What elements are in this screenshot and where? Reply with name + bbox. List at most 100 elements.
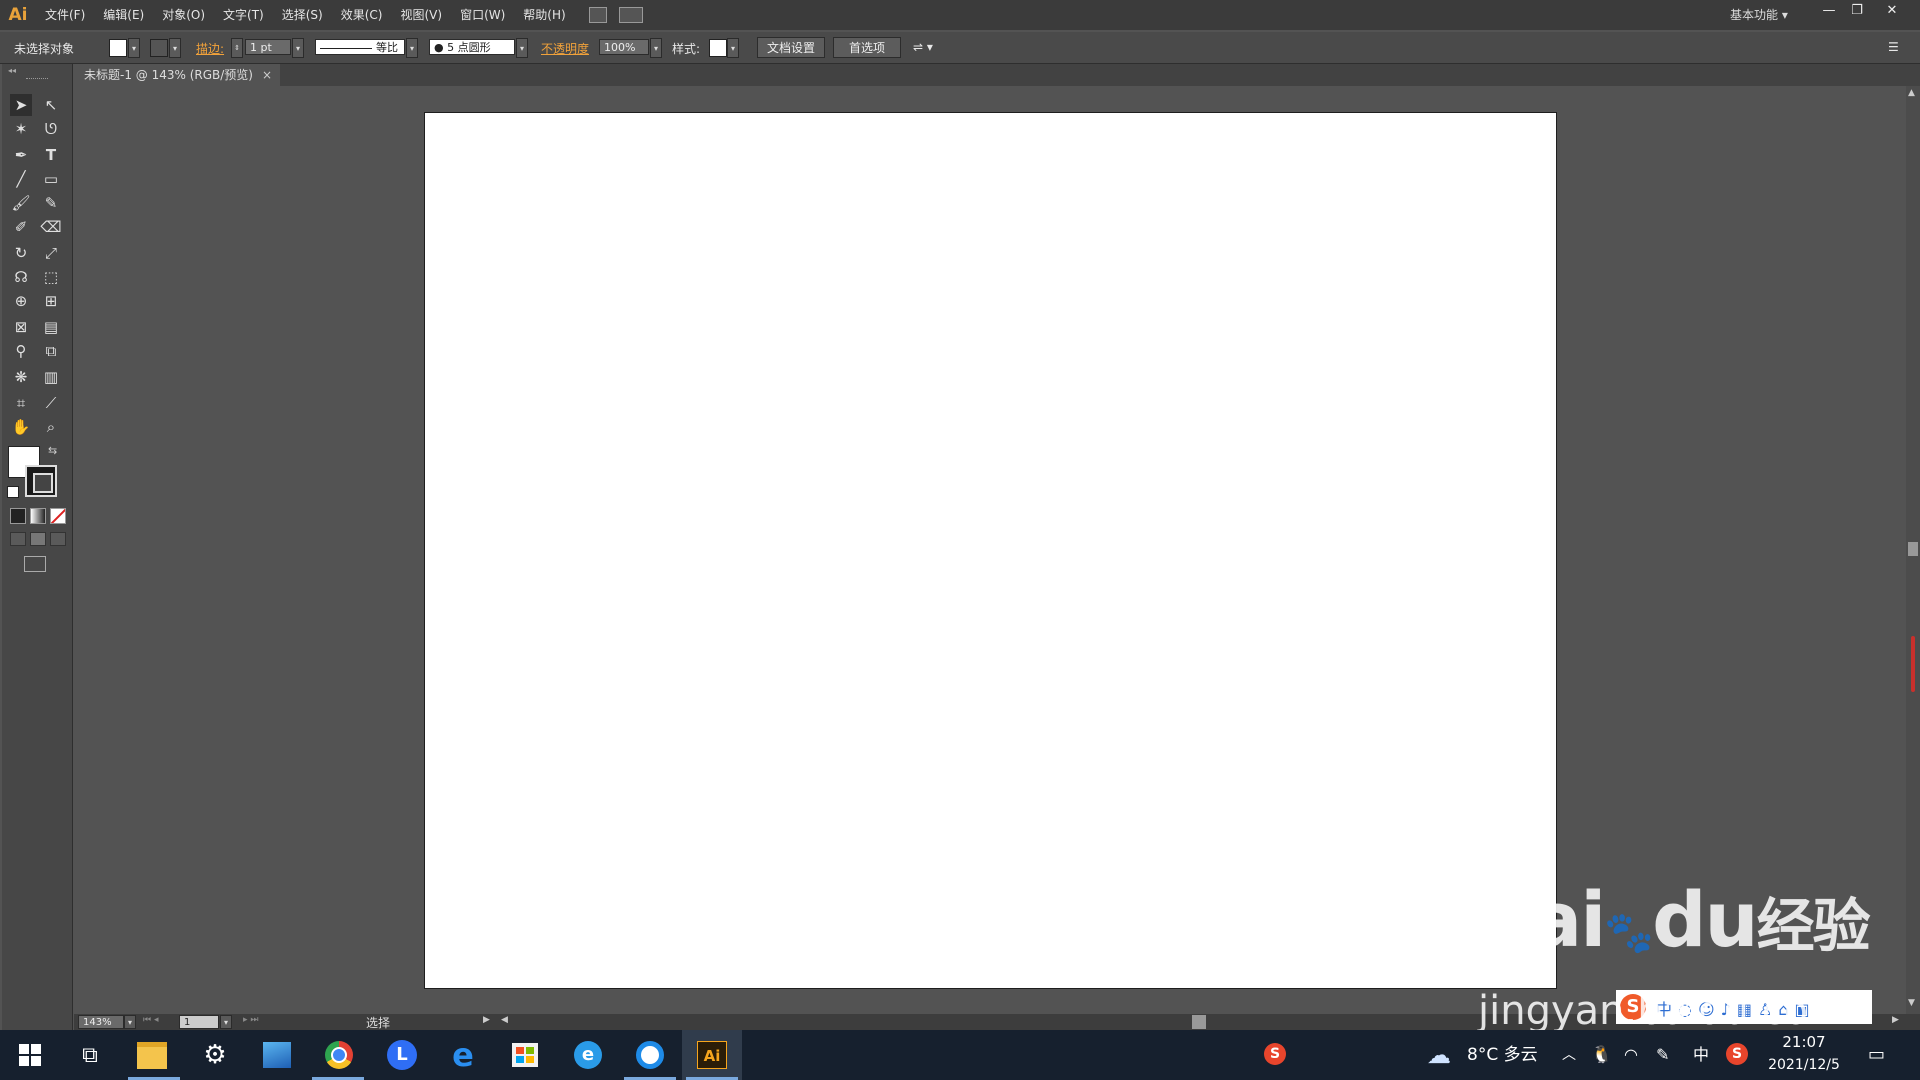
column-graph-tool-icon[interactable]: ▥	[40, 366, 62, 388]
scroll-up-icon[interactable]: ▲	[1908, 88, 1915, 98]
stepper-icon[interactable]: ⇕	[231, 38, 243, 58]
status-menu-icon[interactable]: ▶	[483, 1015, 490, 1025]
qq-tray-icon[interactable]: 🐧	[1591, 1030, 1612, 1080]
panel-menu-icon[interactable]: ☰	[1888, 40, 1899, 54]
menu-select[interactable]: 选择(S)	[273, 0, 332, 30]
graphic-style-swatch[interactable]	[709, 39, 727, 57]
brush-select[interactable]: ● 5 点圆形	[429, 39, 515, 55]
pencil-tool-icon[interactable]: ✎	[40, 192, 62, 214]
illustrator-taskbar-button[interactable]: Ai	[682, 1030, 742, 1080]
windows-start-icon[interactable]	[0, 1030, 60, 1080]
arrange-documents-icon[interactable]	[618, 7, 643, 23]
draw-behind-icon[interactable]	[30, 532, 46, 546]
wifi-icon[interactable]: ◠	[1624, 1030, 1638, 1080]
file-explorer-icon[interactable]	[122, 1030, 182, 1080]
free-transform-tool-icon[interactable]: ⬚	[40, 266, 62, 288]
mesh-tool-icon[interactable]: ⊠	[10, 316, 32, 338]
swap-colors-icon[interactable]: ⇆	[48, 444, 57, 457]
menu-effect[interactable]: 效果(C)	[332, 0, 392, 30]
chevron-down-icon[interactable]: ▾	[128, 38, 140, 58]
menu-view[interactable]: 视图(V)	[391, 0, 451, 30]
settings-gear-icon[interactable]: ⚙	[185, 1030, 245, 1080]
toolbox-grip[interactable]	[26, 78, 48, 81]
eyedropper-tool-icon[interactable]: ⚲	[10, 340, 32, 362]
l-app-icon[interactable]: L	[372, 1030, 432, 1080]
menu-window[interactable]: 窗口(W)	[451, 0, 514, 30]
paintbrush-tool-icon[interactable]: 🖌	[10, 192, 32, 214]
scroll-down-icon[interactable]: ▼	[1908, 998, 1915, 1008]
draw-normal-icon[interactable]	[10, 532, 26, 546]
internet-explorer-icon[interactable]: e	[433, 1030, 493, 1080]
hand-tool-icon[interactable]: ✋	[10, 416, 32, 438]
rotate-tool-icon[interactable]: ↻	[10, 242, 32, 264]
store-icon[interactable]	[495, 1030, 555, 1080]
menu-edit[interactable]: 编辑(E)	[94, 0, 153, 30]
task-view-icon[interactable]: ⧉	[60, 1030, 120, 1080]
pen-input-icon[interactable]: ✎	[1656, 1030, 1669, 1080]
first-artboard-icon[interactable]: ⏮ ◂	[143, 1015, 158, 1025]
chevron-down-icon[interactable]: ▾	[406, 38, 418, 58]
menu-type[interactable]: 文字(T)	[214, 0, 273, 30]
photos-icon[interactable]	[247, 1030, 307, 1080]
last-artboard-icon[interactable]: ▸ ⏭	[243, 1015, 258, 1025]
sogou-ime-tray-icon[interactable]: S	[1726, 1043, 1748, 1065]
draw-inside-icon[interactable]	[50, 532, 66, 546]
selection-tool-icon[interactable]: ➤	[10, 94, 32, 116]
blob-brush-tool-icon[interactable]: ✐	[10, 216, 32, 238]
symbol-sprayer-tool-icon[interactable]: ❋	[10, 366, 32, 388]
menu-object[interactable]: 对象(O)	[153, 0, 214, 30]
fill-swatch[interactable]	[109, 39, 127, 57]
chevron-down-icon[interactable]: ▾	[124, 1015, 136, 1029]
weather-cloud-icon[interactable]: ☁	[1427, 1030, 1451, 1080]
close-window-icon[interactable]: ✕	[1878, 0, 1906, 20]
magic-wand-tool-icon[interactable]: ✶	[10, 118, 32, 140]
clock-date[interactable]: 2021/12/5	[1764, 1057, 1844, 1073]
default-colors-icon[interactable]	[7, 486, 19, 498]
pen-tool-icon[interactable]: ✒	[10, 144, 32, 166]
zoom-tool-icon[interactable]: ⌕	[40, 416, 62, 438]
opacity-label[interactable]: 不透明度	[541, 40, 589, 57]
lasso-tool-icon[interactable]: ᘎ	[40, 118, 62, 140]
line-tool-icon[interactable]: ╱	[10, 168, 32, 190]
stroke-weight-input[interactable]: 1 pt	[245, 39, 291, 55]
q-app-icon[interactable]	[620, 1030, 680, 1080]
zoom-select[interactable]: 143%	[78, 1015, 124, 1029]
chevron-down-icon[interactable]: ▾	[169, 38, 181, 58]
stroke-swatch[interactable]	[150, 39, 168, 57]
scroll-thumb[interactable]	[1908, 542, 1918, 556]
chrome-icon[interactable]	[309, 1030, 369, 1080]
warp-tool-icon[interactable]: ☊	[10, 266, 32, 288]
direct-selection-tool-icon[interactable]: ↖	[40, 94, 62, 116]
clock-time[interactable]: 21:07	[1770, 1033, 1838, 1051]
chevron-down-icon[interactable]: ▾	[516, 38, 528, 58]
edge-browser-icon[interactable]: e	[558, 1030, 618, 1080]
hscroll-right-icon[interactable]: ▶	[1892, 1015, 1899, 1025]
ime-indicator[interactable]: 中	[1693, 1030, 1709, 1080]
preferences-button[interactable]: 首选项	[833, 37, 901, 58]
rectangle-tool-icon[interactable]: ▭	[40, 168, 62, 190]
opacity-input[interactable]: 100%	[599, 39, 649, 55]
stroke-profile-select[interactable]: 等比	[315, 39, 405, 55]
artboard-tool-icon[interactable]: ⌗	[10, 392, 32, 414]
screen-mode-icon[interactable]	[24, 556, 46, 572]
type-tool-icon[interactable]: T	[40, 144, 62, 166]
chevron-down-icon[interactable]: ▾	[292, 38, 304, 58]
document-tab[interactable]: 未标题-1 @ 143% (RGB/预览)	[74, 64, 280, 86]
chevron-down-icon[interactable]: ▾	[650, 38, 662, 58]
show-hidden-icons-chevron-icon[interactable]: ︿	[1562, 1030, 1576, 1080]
blend-tool-icon[interactable]: ⧉	[40, 340, 62, 362]
document-setup-button[interactable]: 文档设置	[757, 37, 825, 58]
weather-text[interactable]: 8°C 多云	[1467, 1030, 1538, 1080]
gradient-mode-icon[interactable]	[30, 508, 46, 524]
collapse-icon[interactable]: ◂◂	[8, 66, 16, 75]
restore-icon[interactable]: ❐	[1843, 0, 1871, 20]
workspace-switcher[interactable]: 基本功能 ▾	[1730, 0, 1788, 30]
perspective-grid-tool-icon[interactable]: ⊞	[40, 290, 62, 312]
chevron-down-icon[interactable]: ▾	[220, 1015, 232, 1029]
stroke-label[interactable]: 描边:	[196, 40, 224, 57]
shape-builder-tool-icon[interactable]: ⊕	[10, 290, 32, 312]
minimize-icon[interactable]: —	[1815, 0, 1843, 20]
close-tab-icon[interactable]: ×	[262, 64, 272, 86]
action-center-icon[interactable]: ▭	[1868, 1030, 1885, 1080]
slice-tool-icon[interactable]: ⟋	[40, 392, 62, 414]
